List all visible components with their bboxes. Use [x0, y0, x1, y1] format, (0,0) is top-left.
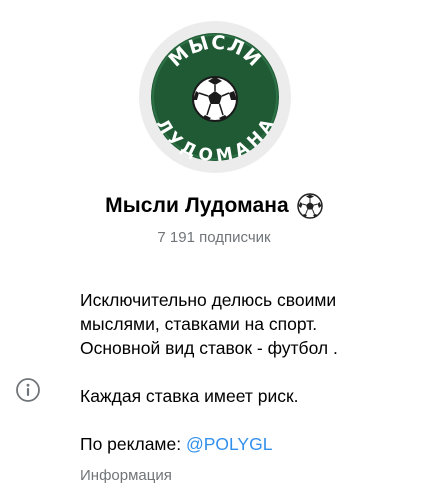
description-line: Исключительно делюсь своими: [80, 290, 337, 310]
channel-header: Мысли Лудомана: [0, 193, 428, 219]
info-caption: Информация: [80, 467, 172, 484]
subscriber-count: 7 191 подписчик: [157, 229, 271, 246]
soccer-ball-icon: [192, 76, 238, 122]
channel-description: Исключительно делюсь своими мыслями, ста…: [80, 288, 415, 456]
channel-avatar[interactable]: МЫСЛИ ЛУДОМАНА: [139, 21, 291, 173]
channel-title: Мысли Лудомана: [105, 194, 289, 217]
soccer-ball-icon: [297, 193, 323, 219]
description-line: Каждая ставка имеет риск.: [80, 386, 299, 406]
description-line: Основной вид ставок - футбол .: [80, 338, 338, 358]
ad-contact-label: По рекламе:: [80, 434, 186, 454]
channel-logo: МЫСЛИ ЛУДОМАНА: [139, 21, 291, 173]
ad-contact-link[interactable]: @POLYGL: [186, 434, 273, 454]
ad-contact-line: По рекламе: @POLYGL: [80, 432, 415, 456]
description-line: мыслями, ставками на спорт.: [80, 314, 318, 334]
info-circle-icon: [15, 377, 41, 403]
